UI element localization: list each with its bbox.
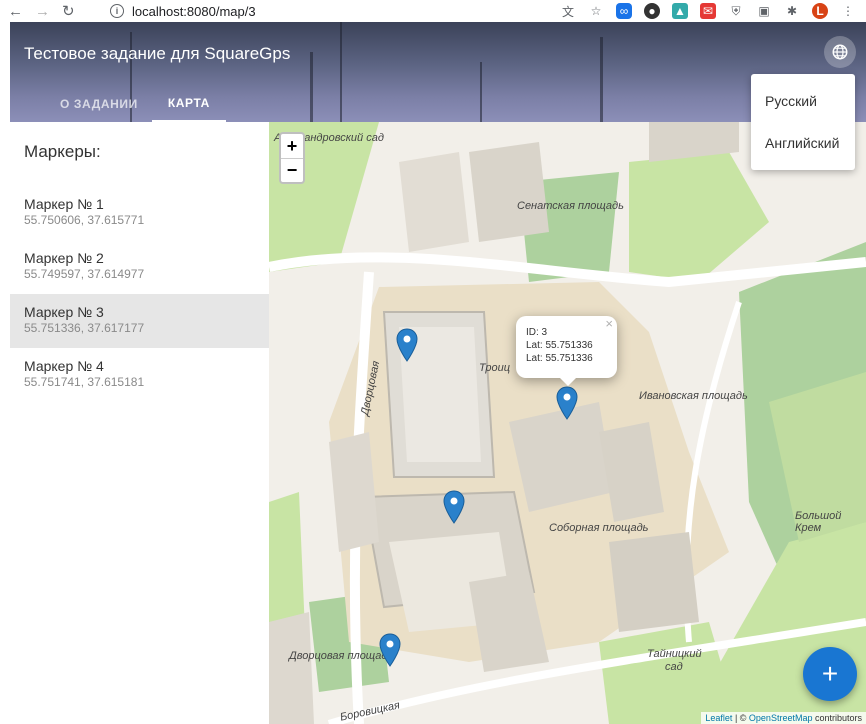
language-menu: Русский Английский [751,74,855,170]
info-icon[interactable]: i [110,4,124,18]
attribution-contributors: contributors [812,713,862,723]
map-marker-icon[interactable] [443,490,465,524]
marker-coords: 55.749597, 37.614977 [24,267,145,281]
osm-link[interactable]: OpenStreetMap [749,713,813,723]
marker-list-item-selected[interactable]: Маркер № 3 55.751336, 37.617177 [10,294,269,348]
url-text[interactable]: localhost:8080/map/3 [132,4,256,19]
zoom-out-button[interactable]: − [281,158,303,182]
marker-list-item[interactable]: Маркер № 1 55.750606, 37.615771 [10,186,269,240]
translate-icon[interactable]: 文 [560,3,576,19]
map-tiles [269,122,866,724]
tab-bar: О ЗАДАНИИ КАРТА [46,86,226,122]
zoom-control: + − [279,132,305,184]
language-button[interactable] [824,36,856,68]
header-tree-decor [600,37,603,122]
markers-sidebar: Маркеры: Маркер № 1 55.750606, 37.615771… [10,122,269,724]
map-label: сад [665,661,683,673]
map-marker-icon[interactable] [556,386,578,420]
mail-icon[interactable]: ✉ [700,3,716,19]
map-attribution: Leaflet | © OpenStreetMap contributors [701,712,866,724]
map-label: Большой Крем [795,510,842,534]
globe-icon [832,44,848,60]
marker-name: Маркер № 4 [24,358,104,374]
header-tree-decor [340,22,342,122]
popup-id: ID: 3 [526,327,548,338]
app-header: Тестовое задание для SquareGps О ЗАДАНИИ… [10,22,866,122]
popup-lat: Lat: 55.751336 [526,353,593,364]
cast-icon[interactable]: ▣ [756,3,772,19]
leaflet-link[interactable]: Leaflet [705,713,732,723]
map-marker-icon[interactable] [379,633,401,667]
map-label: Дворцовая площадь [289,650,394,662]
address-bar[interactable]: i localhost:8080/map/3 [110,4,256,19]
marker-name: Маркер № 3 [24,304,104,320]
map-marker-icon[interactable] [396,328,418,362]
marker-coords: 55.751741, 37.615181 [24,375,145,389]
extension-icon[interactable]: ∞ [616,3,632,19]
browser-nav: ← → ↻ [0,2,110,21]
forward-arrow-icon[interactable]: → [35,3,50,20]
app-title: Тестовое задание для SquareGps [24,44,291,63]
shield-icon[interactable]: ⛨ [728,3,744,19]
language-option-russian[interactable]: Русский [751,80,855,122]
marker-coords: 55.750606, 37.615771 [24,213,145,227]
attribution-separator: | © [732,713,749,723]
map-label: Сенатская площадь [517,200,624,212]
star-icon[interactable]: ☆ [588,3,604,19]
map-label: Тайницкий [647,648,702,660]
back-arrow-icon[interactable]: ← [8,3,23,20]
marker-coords: 55.751336, 37.617177 [24,321,145,335]
popup-tip [559,377,577,386]
marker-list-item[interactable]: Маркер № 4 55.751741, 37.615181 [10,348,269,402]
extension-off-icon[interactable]: ▲ [672,3,688,19]
marker-list-item[interactable]: Маркер № 2 55.749597, 37.614977 [10,240,269,294]
language-option-english[interactable]: Английский [751,122,855,164]
tab-map[interactable]: КАРТА [151,86,226,122]
header-tree-decor [310,52,313,122]
header-tree-decor [480,62,482,122]
marker-popup: × ID: 3 Lat: 55.751336 Lat: 55.751336 [516,316,617,378]
map-label: Соборная площадь [549,522,649,534]
browser-toolbar: ← → ↻ i localhost:8080/map/3 文 ☆ ∞ ● ▲ ✉… [0,0,866,22]
add-marker-button[interactable]: + [803,647,857,701]
map-view[interactable]: + − Александровский сад Сенатская площад… [269,122,866,724]
map-label: Троиц [479,362,510,374]
sidebar-title: Маркеры: [24,142,101,161]
popup-lat: Lat: 55.751336 [526,340,593,351]
marker-name: Маркер № 1 [24,196,104,212]
zoom-in-button[interactable]: + [281,134,303,158]
tab-about[interactable]: О ЗАДАНИИ [46,86,152,122]
extensions-bar: 文 ☆ ∞ ● ▲ ✉ ⛨ ▣ ✱ L ⋮ [560,3,866,19]
puzzle-icon[interactable]: ✱ [784,3,800,19]
reload-icon[interactable]: ↻ [62,2,75,20]
popup-close-icon[interactable]: × [605,317,613,330]
profile-avatar[interactable]: L [812,3,828,19]
github-icon[interactable]: ● [644,3,660,19]
map-label: Ивановская площадь [639,390,748,402]
marker-name: Маркер № 2 [24,250,104,266]
menu-dots-icon[interactable]: ⋮ [840,3,856,19]
